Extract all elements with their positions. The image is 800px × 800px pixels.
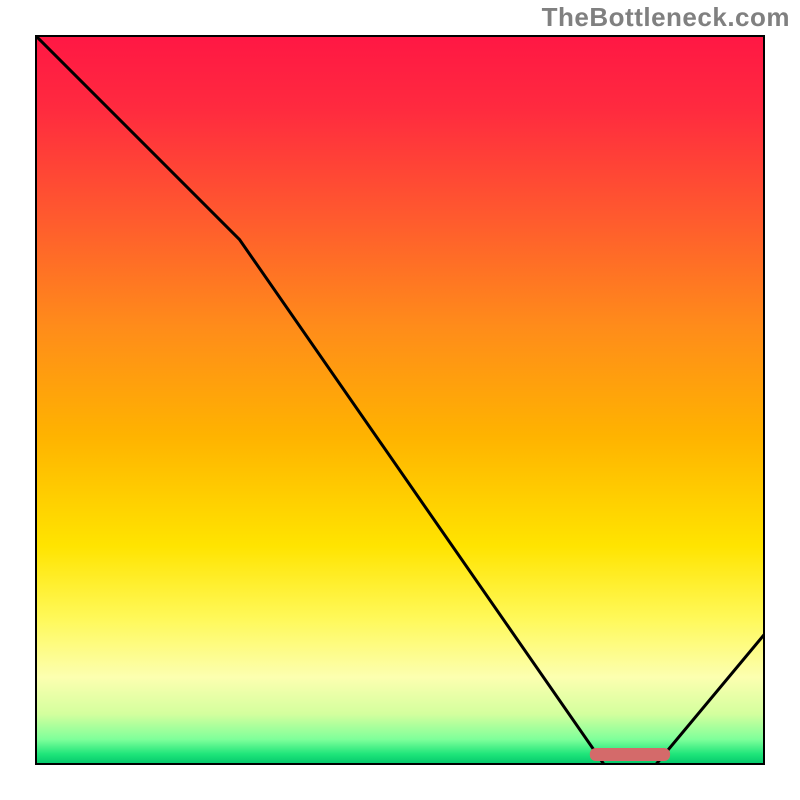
optimal-range-marker <box>590 748 670 761</box>
chart-container: TheBottleneck.com <box>0 0 800 800</box>
attribution-watermark: TheBottleneck.com <box>542 2 790 33</box>
plot-area <box>35 35 765 765</box>
chart-svg <box>35 35 765 765</box>
